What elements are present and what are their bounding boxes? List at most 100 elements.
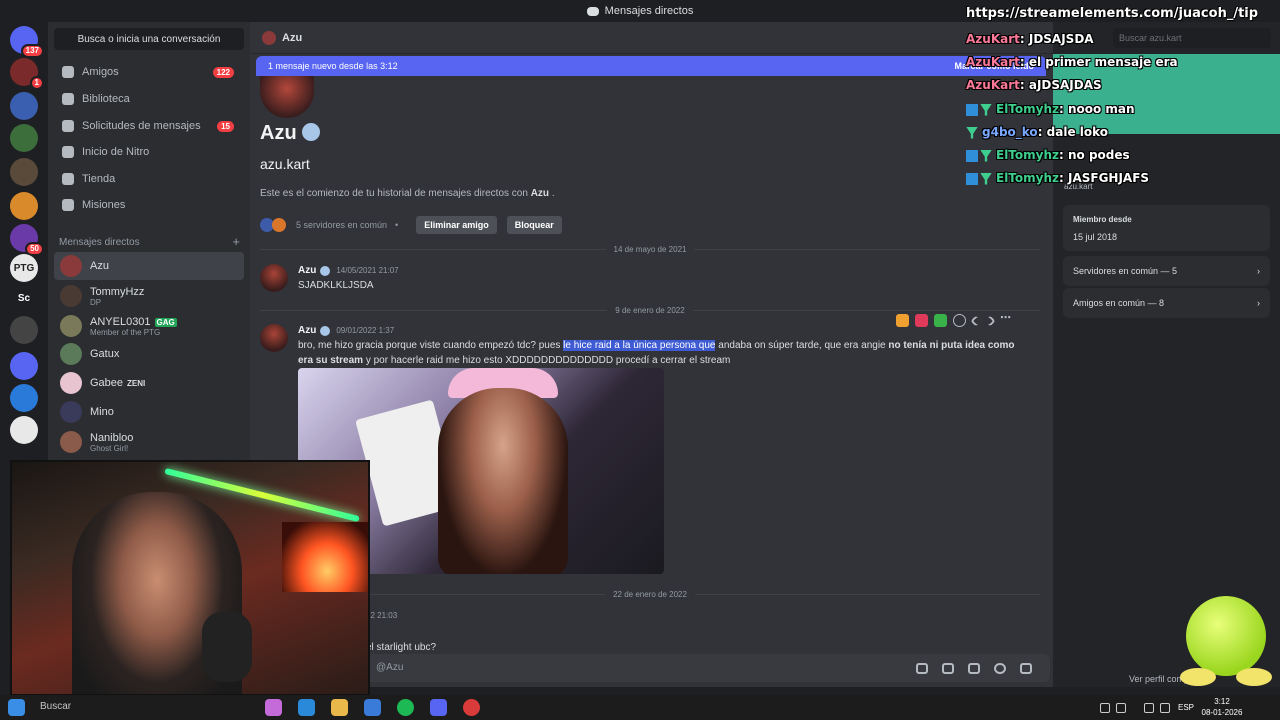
- message-avatar[interactable]: [260, 324, 288, 352]
- copilot-icon[interactable]: [265, 699, 282, 716]
- nav-label: Amigos: [82, 66, 119, 78]
- dm-item-nanibloo[interactable]: Nanibloo Ghost Girl!: [54, 428, 244, 456]
- dm-status: DP: [90, 297, 102, 307]
- chat-line: AzuKart: el primer mensaje era: [966, 55, 1178, 69]
- server-icon[interactable]: [10, 416, 38, 444]
- nav-message-requests[interactable]: Solicitudes de mensajes 15: [54, 114, 244, 138]
- apps-icon[interactable]: [1020, 663, 1032, 674]
- dm-item-gatux[interactable]: Gatux: [54, 340, 244, 368]
- avatar: [60, 343, 82, 365]
- common-servers-link[interactable]: 5 servidores en común: [296, 220, 387, 230]
- quests-icon: [62, 199, 74, 211]
- store-icon[interactable]: [364, 699, 381, 716]
- taskbar-search[interactable]: Buscar: [40, 701, 71, 712]
- clock[interactable]: 3:12 08-01-2026: [1200, 696, 1244, 718]
- nav-nitro[interactable]: Inicio de Nitro: [54, 140, 244, 164]
- nav-friends[interactable]: Amigos 122: [54, 60, 244, 84]
- badge-icon: [966, 103, 978, 116]
- raised-hands-icon[interactable]: [896, 314, 909, 327]
- sticker-icon[interactable]: [968, 663, 980, 674]
- new-dm-plus-icon[interactable]: +: [232, 234, 240, 249]
- discord-icon: [586, 6, 599, 16]
- message-author[interactable]: Azu: [298, 325, 316, 336]
- message-avatar[interactable]: [260, 264, 288, 292]
- server-icon[interactable]: [10, 352, 38, 380]
- language-indicator[interactable]: ESP: [1178, 703, 1194, 712]
- kirby-overlay: [1176, 596, 1274, 688]
- server-icon[interactable]: 1: [10, 58, 44, 90]
- dm-item-mino[interactable]: Mino: [54, 398, 244, 426]
- nav-shop[interactable]: Tienda: [54, 167, 244, 191]
- spotify-icon[interactable]: [397, 699, 414, 716]
- server-icon[interactable]: 137: [10, 26, 44, 58]
- avatar: [60, 431, 82, 453]
- edge-icon[interactable]: [298, 699, 315, 716]
- server-icon[interactable]: [10, 316, 38, 344]
- dm-item-azu[interactable]: Azu: [54, 252, 244, 280]
- chat-line: g4bo_ko: dale loko: [966, 125, 1108, 139]
- stream-chat-overlay: AzuKart: JDSAJSDA AzuKart: el primer men…: [962, 4, 1280, 192]
- profile-display-name: Azu: [260, 122, 321, 145]
- unread-badge: 1: [29, 76, 44, 90]
- heart-icon[interactable]: [915, 314, 928, 327]
- server-icon[interactable]: [10, 92, 38, 120]
- add-reaction-icon[interactable]: [953, 314, 966, 327]
- forward-icon[interactable]: [984, 315, 996, 327]
- new-messages-banner[interactable]: 1 mensaje nuevo desde las 3:12 Marcar co…: [256, 56, 1046, 76]
- chevron-up-icon[interactable]: [1100, 703, 1110, 713]
- fireplace-shape: [282, 522, 368, 592]
- network-icon[interactable]: [1144, 703, 1154, 713]
- server-icon[interactable]: 50: [10, 224, 44, 256]
- reply-icon[interactable]: [970, 315, 982, 327]
- server-icon[interactable]: [10, 124, 38, 152]
- avatar: [262, 30, 276, 45]
- shop-icon: [62, 173, 74, 185]
- block-button[interactable]: Bloquear: [506, 216, 562, 234]
- message-input[interactable]: @Azu: [260, 654, 1050, 682]
- nav-quests[interactable]: Misiones: [54, 193, 244, 217]
- chat-header: Azu: [250, 22, 1053, 54]
- chat-line: AzuKart: JDSAJSDA: [966, 32, 1094, 46]
- dm-item-tommyhzz[interactable]: TommyHzz DP: [54, 282, 244, 310]
- nav-label: Inicio de Nitro: [82, 146, 150, 158]
- tip-link-overlay: https://streamelements.com/juacoh_/tip: [966, 6, 1259, 21]
- dm-name: TommyHzz: [90, 285, 145, 298]
- mic-icon[interactable]: [1116, 703, 1126, 713]
- chat-line: ElTomyhz: JASFGHJAFS: [966, 171, 1149, 185]
- more-icon[interactable]: ⋯: [1000, 313, 1013, 327]
- new-messages-text: 1 mensaje nuevo desde las 3:12: [268, 61, 398, 71]
- server-icon[interactable]: Sc: [10, 284, 38, 312]
- dm-name: Gabee: [90, 377, 124, 389]
- message-author[interactable]: Azu: [298, 265, 316, 276]
- emoji-picker-icon[interactable]: [994, 663, 1006, 674]
- unread-badge: 137: [20, 44, 44, 58]
- dm-search-button[interactable]: Busca o inicia una conversación: [54, 28, 244, 50]
- discord-taskbar-icon[interactable]: [430, 699, 447, 716]
- message-actions: ⋯: [896, 313, 1013, 327]
- file-explorer-icon[interactable]: [331, 699, 348, 716]
- common-friends-row[interactable]: Amigos en común — 8 ›: [1063, 288, 1270, 318]
- server-icon[interactable]: [10, 192, 38, 220]
- server-icon[interactable]: [10, 384, 38, 412]
- volume-icon[interactable]: [1160, 703, 1170, 713]
- remove-friend-button[interactable]: Eliminar amigo: [416, 216, 497, 234]
- badge-icon: [980, 103, 992, 116]
- windows-start-icon[interactable]: [8, 699, 25, 716]
- common-servers-label: Servidores en común — 5: [1073, 266, 1178, 276]
- message-timestamp: 22 21:03: [366, 611, 398, 620]
- dm-item-anyel0301[interactable]: ANYEL0301 GAG Member of the PTG: [54, 312, 244, 340]
- profile-avatar: [260, 76, 314, 118]
- check-icon[interactable]: [934, 314, 947, 327]
- server-icon[interactable]: [10, 158, 38, 186]
- nav-library[interactable]: Biblioteca: [54, 87, 244, 111]
- obs-icon[interactable]: [463, 699, 480, 716]
- avatar: [60, 401, 82, 423]
- gift-icon[interactable]: [916, 663, 928, 674]
- message-timestamp: 14/05/2021 21:07: [336, 266, 399, 275]
- common-servers-row[interactable]: Servidores en común — 5 ›: [1063, 256, 1270, 286]
- message-header: Azu 09/01/2022 1:37: [298, 325, 394, 336]
- badge-icon: [966, 172, 978, 185]
- dm-item-gabee[interactable]: Gabee ZENI: [54, 369, 244, 397]
- gif-icon[interactable]: [942, 663, 954, 674]
- server-icon[interactable]: PTG: [10, 254, 38, 282]
